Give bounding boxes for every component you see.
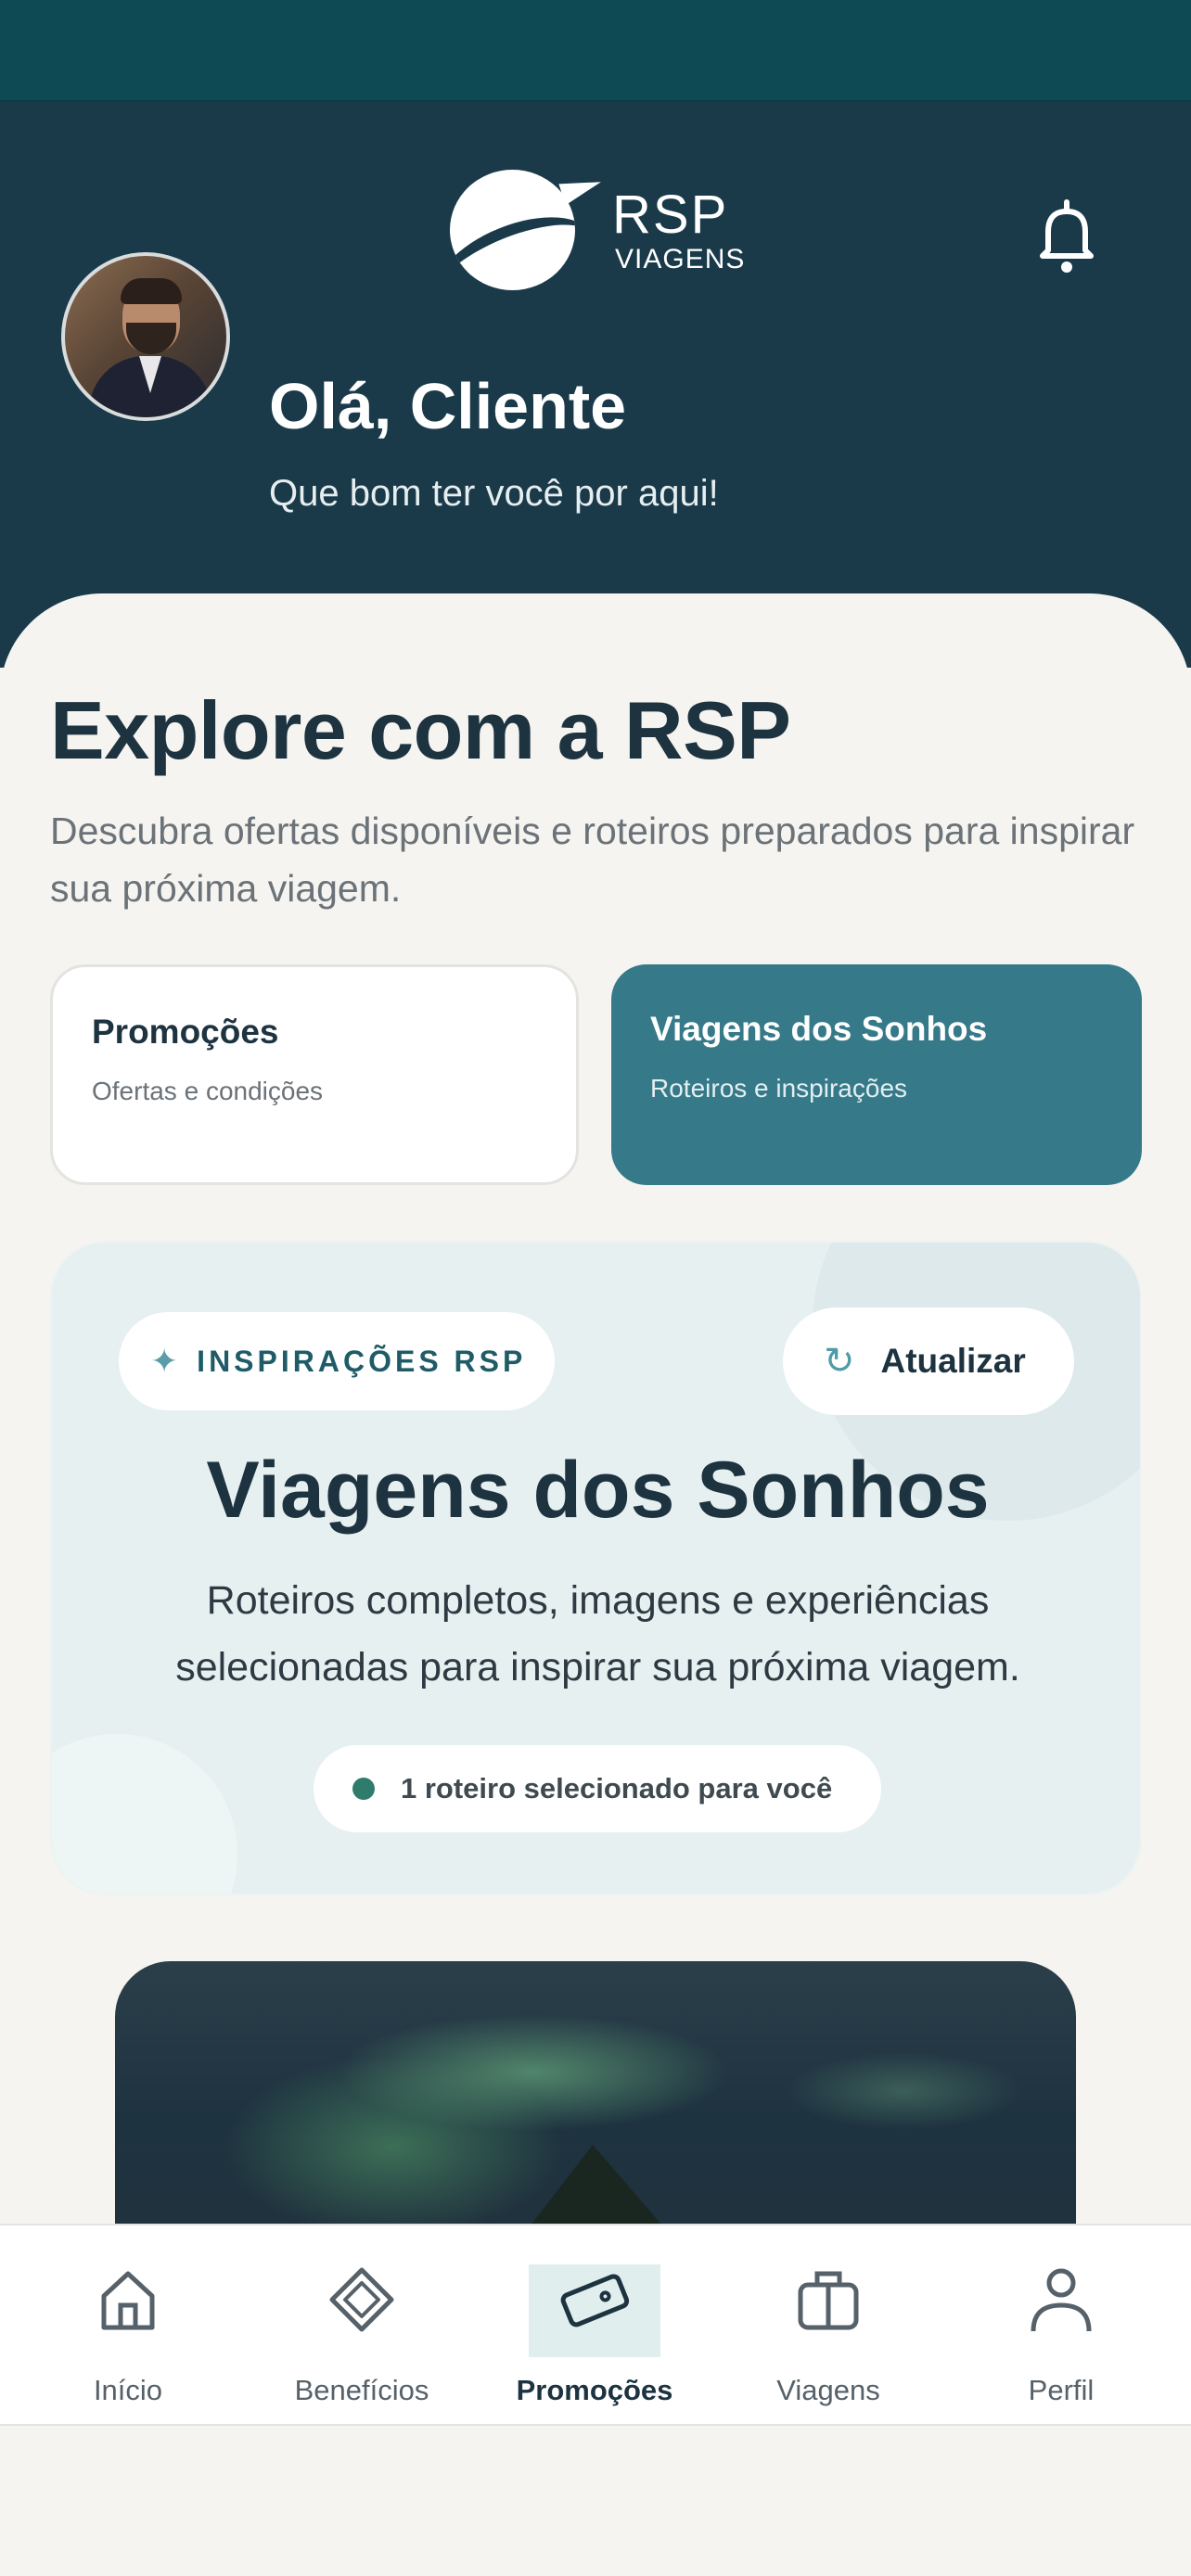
nav-item-promocoes[interactable]: Promoções (502, 2225, 687, 2428)
plane-logo-icon (558, 171, 605, 206)
count-label: 1 roteiro selecionado para você (401, 1772, 833, 1804)
selected-count-badge: 1 roteiro selecionado para você (314, 1745, 881, 1832)
user-icon (1024, 2263, 1098, 2337)
hero-description: Roteiros completos, imagens e experiênci… (175, 1578, 1020, 1690)
nav-label: Viagens (776, 2374, 880, 2406)
sparkle-icon: ✦ (150, 1342, 179, 1380)
inspiracoes-badge: ✦ INSPIRAÇÕES RSP (119, 1312, 555, 1410)
page-description: Descubra ofertas disponíveis e roteiros … (50, 810, 1135, 910)
status-bar (0, 0, 1191, 102)
tab-subtitle: Ofertas e condições (92, 1077, 324, 1106)
badge-label: INSPIRAÇÕES RSP (197, 1344, 527, 1378)
refresh-icon: ↻ (824, 1341, 855, 1382)
diamond-icon (325, 2263, 399, 2337)
bell-icon[interactable] (1030, 195, 1104, 278)
hero-card: ✦ INSPIRAÇÕES RSP ↻ Atualizar Viagens do… (50, 1241, 1142, 1895)
ticket-icon (557, 2263, 632, 2337)
page-title: Explore com a RSP (50, 684, 791, 776)
avatar[interactable] (61, 252, 230, 421)
tab-promocoes[interactable]: Promoções Ofertas e condições (50, 964, 579, 1185)
nav-label: Perfil (1028, 2374, 1095, 2406)
bottom-nav: Início Benefícios Promoções Viagens Perf… (0, 2224, 1191, 2426)
status-dot-icon (352, 1778, 375, 1800)
logo-subtext: VIAGENS (615, 244, 746, 274)
greeting-subtitle: Que bom ter você por aqui! (269, 473, 719, 514)
refresh-button[interactable]: ↻ Atualizar (783, 1307, 1074, 1415)
tab-viagens-dos-sonhos[interactable]: Viagens dos Sonhos Roteiros e inspiraçõe… (611, 964, 1142, 1185)
nav-item-beneficios[interactable]: Benefícios (269, 2225, 455, 2428)
nav-item-perfil[interactable]: Perfil (968, 2225, 1154, 2428)
decorative-circle (52, 1734, 237, 1894)
suitcase-icon (791, 2263, 865, 2337)
refresh-label: Atualizar (880, 1342, 1026, 1380)
rsp-logo: RSP VIAGENS (450, 162, 747, 292)
hero-title: Viagens dos Sonhos (206, 1446, 990, 1535)
logo-text: RSP (612, 185, 729, 245)
greeting-title: Olá, Cliente (269, 370, 627, 442)
system-nav-area (0, 2426, 1191, 2576)
nav-label: Benefícios (294, 2374, 429, 2406)
nav-label: Promoções (516, 2374, 673, 2406)
home-icon (91, 2263, 165, 2337)
tab-title: Promoções (92, 1013, 279, 1051)
globe-logo-icon (450, 170, 575, 290)
tab-title: Viagens dos Sonhos (650, 1010, 988, 1048)
nav-item-inicio[interactable]: Início (35, 2225, 221, 2428)
nav-item-viagens[interactable]: Viagens (736, 2225, 921, 2428)
tab-subtitle: Roteiros e inspirações (650, 1074, 908, 1103)
nav-label: Início (93, 2374, 163, 2406)
